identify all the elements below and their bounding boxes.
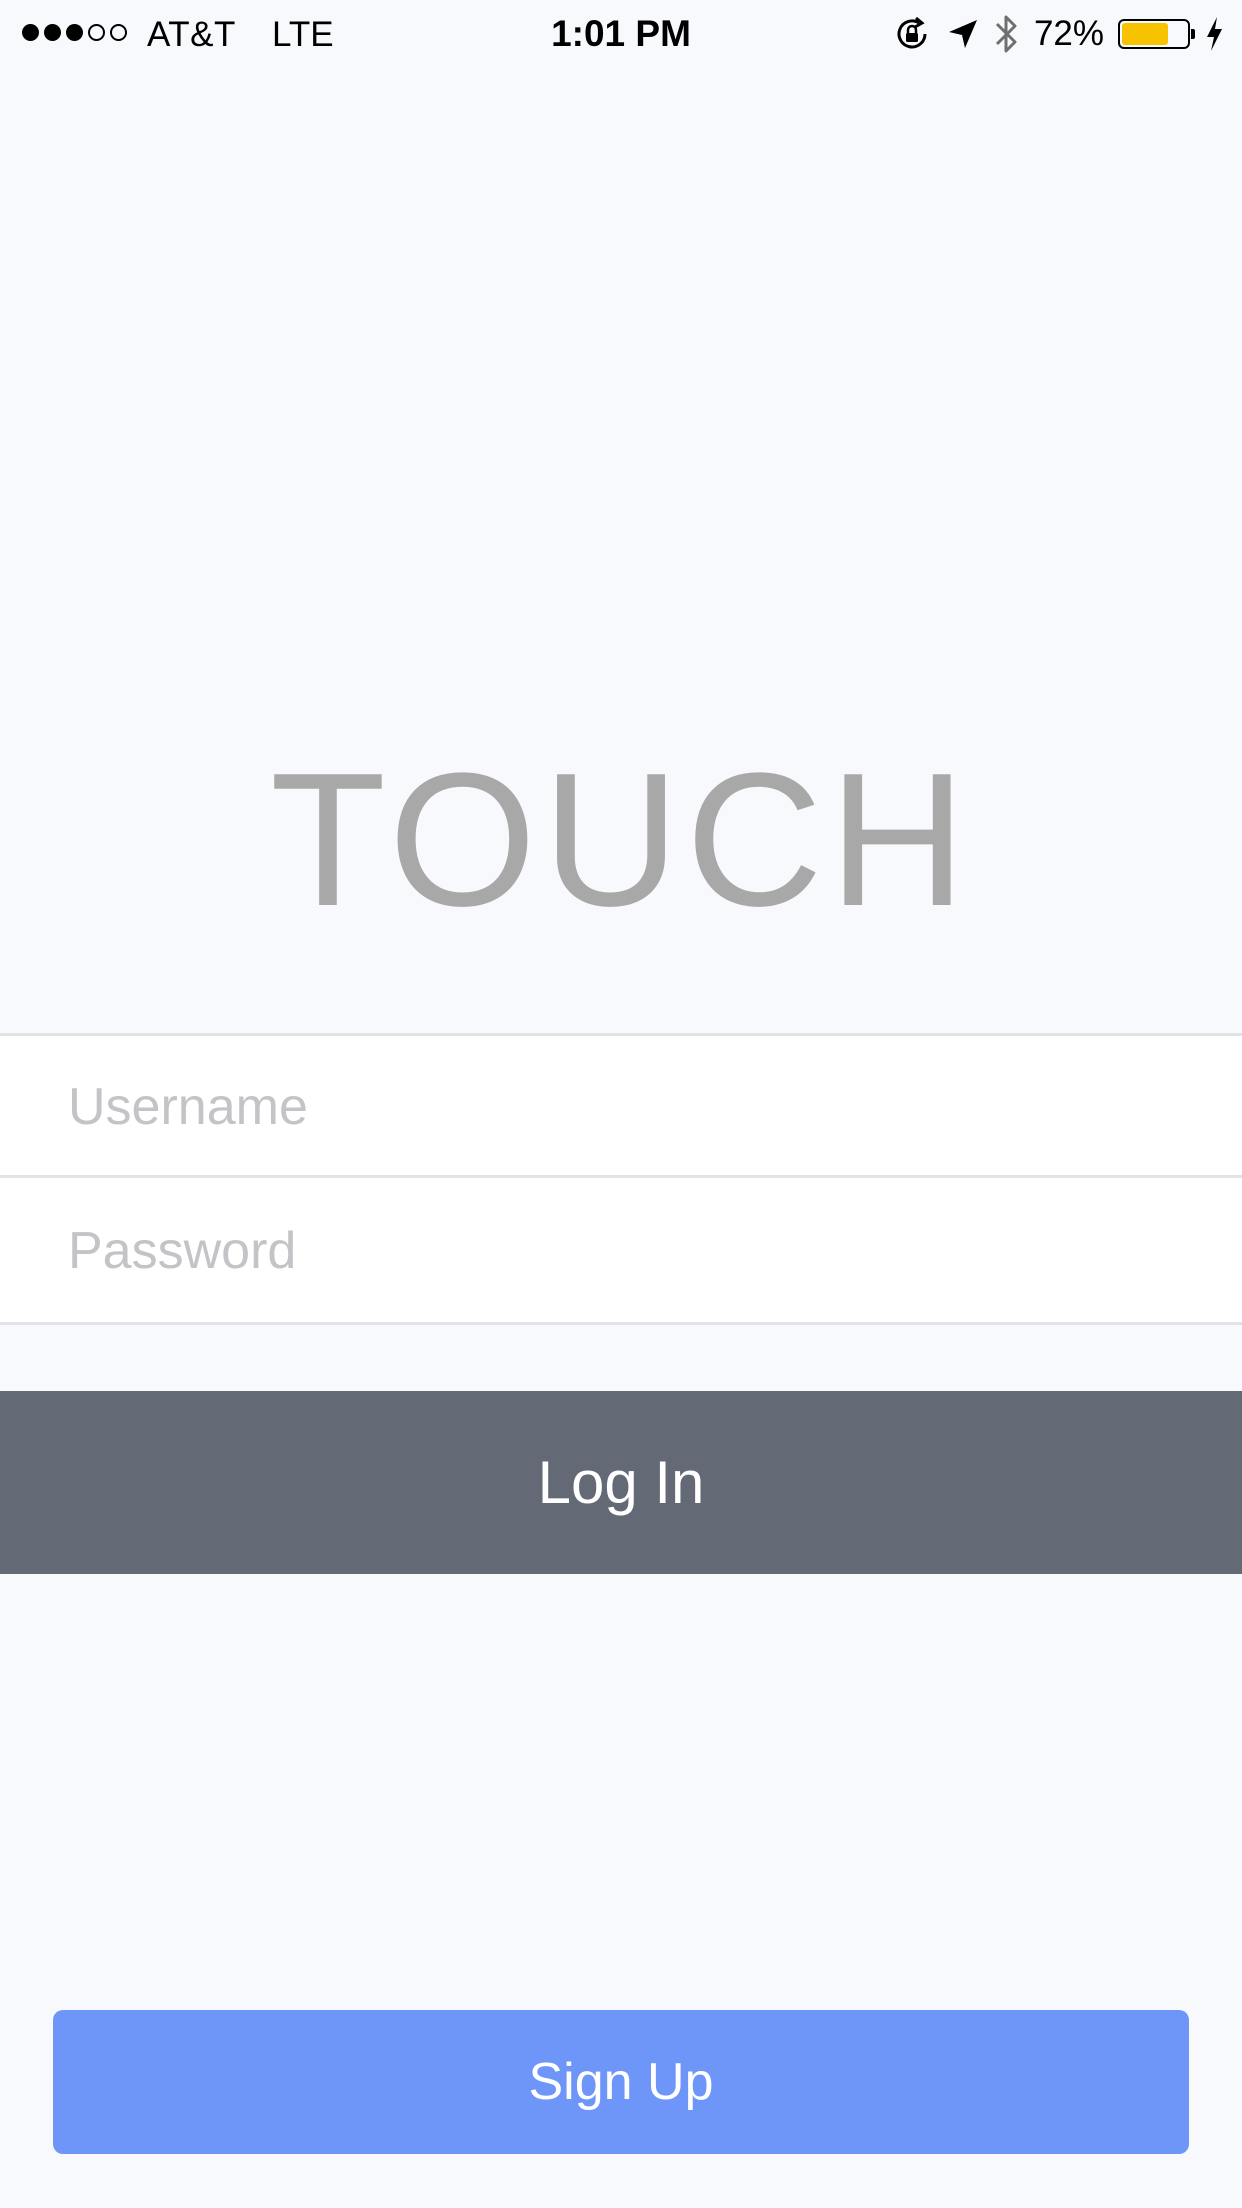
username-field-container [0,1033,1242,1178]
signup-button[interactable]: Sign Up [53,2010,1189,2154]
battery-percentage: 72% [1033,14,1104,53]
login-button[interactable]: Log In [0,1391,1242,1574]
status-right-group: 72% [892,12,1224,56]
password-input[interactable] [66,1178,1190,1324]
status-bar: AT&T LTE 1:01 PM 72% [0,0,1242,66]
battery-level-fill [1122,23,1169,45]
username-input[interactable] [66,1036,1190,1177]
location-arrow-icon [946,17,980,51]
bluetooth-icon [994,12,1020,56]
charging-bolt-icon [1204,16,1224,52]
app-logo-text: TOUCH [269,734,973,946]
orientation-lock-icon [892,14,932,54]
battery-icon [1118,19,1195,49]
password-field-container [0,1178,1242,1325]
